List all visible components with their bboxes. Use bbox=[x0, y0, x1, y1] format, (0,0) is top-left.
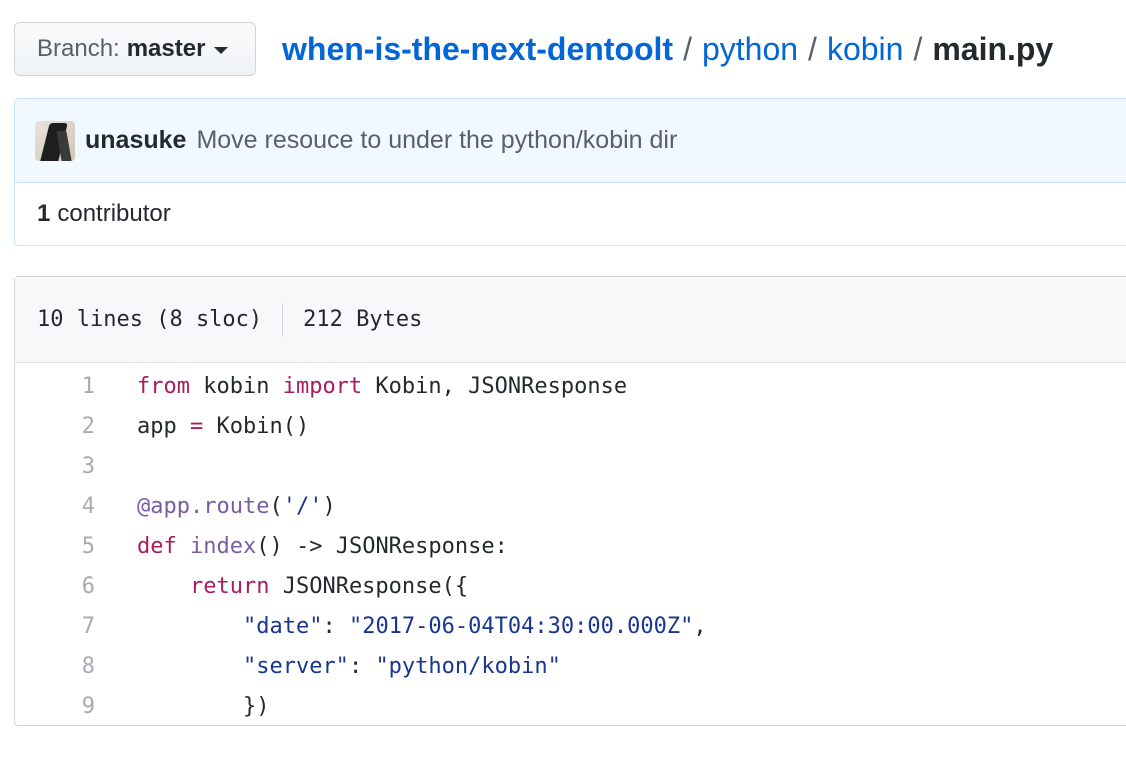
code-token: def bbox=[137, 534, 177, 559]
avatar[interactable] bbox=[35, 120, 75, 161]
code-token: }) bbox=[137, 694, 270, 719]
breadcrumb-repo-link[interactable]: when-is-the-next-dentoolt bbox=[282, 31, 673, 67]
code-line-content: from kobin import Kobin, JSONResponse bbox=[95, 367, 627, 407]
line-number[interactable]: 1 bbox=[15, 367, 95, 407]
line-number[interactable]: 8 bbox=[15, 647, 95, 687]
file-info-divider bbox=[282, 302, 284, 337]
code-line: 1 from kobin import Kobin, JSONResponse bbox=[15, 367, 1126, 407]
code-token: from bbox=[137, 374, 190, 399]
breadcrumb-dir-kobin-link[interactable]: kobin bbox=[827, 31, 904, 67]
code-line: 8 "server": "python/kobin" bbox=[15, 647, 1126, 687]
code-line-content: @app.route('/') bbox=[95, 487, 336, 527]
code-line: 7 "date": "2017-06-04T04:30:00.000Z", bbox=[15, 607, 1126, 647]
code-token: = bbox=[189, 414, 204, 439]
breadcrumb: when-is-the-next-dentoolt / python / kobin / m… bbox=[282, 28, 1053, 70]
code-token: "python/kobin" bbox=[375, 654, 561, 679]
code-token: : bbox=[322, 614, 349, 639]
code-line: 3 bbox=[15, 447, 1126, 487]
file-info-header: 10 lines (8 sloc) 212 Bytes bbox=[15, 277, 1126, 363]
branch-label: Branch: bbox=[37, 35, 120, 62]
breadcrumb-separator: / bbox=[913, 31, 923, 67]
contributor-label: contributor bbox=[57, 200, 171, 227]
line-number[interactable]: 7 bbox=[15, 607, 95, 647]
latest-commit-row: unasuke Move resouce to under the python… bbox=[15, 99, 1126, 183]
line-number[interactable]: 2 bbox=[15, 407, 95, 447]
code-token: ( bbox=[269, 494, 283, 519]
code-line: 6 return JSONResponse({ bbox=[15, 567, 1126, 607]
line-number[interactable]: 6 bbox=[15, 567, 95, 607]
line-number[interactable]: 9 bbox=[15, 687, 95, 727]
caret-down-icon bbox=[214, 46, 229, 54]
commit-message-link[interactable]: Move resouce to under the python/kobin d… bbox=[196, 126, 677, 155]
code-token: "2017-06-04T04:30:00.000Z" bbox=[348, 614, 694, 639]
line-number[interactable]: 4 bbox=[15, 487, 95, 527]
code-line-content: def index() -> JSONResponse: bbox=[95, 527, 508, 567]
code-line: 2 app = Kobin() bbox=[15, 407, 1126, 447]
code-line: 5 def index() -> JSONResponse: bbox=[15, 527, 1126, 567]
code-line-content: return JSONResponse({ bbox=[95, 567, 468, 607]
contributor-count: 1 bbox=[37, 200, 51, 227]
code-token: Kobin() bbox=[203, 414, 310, 439]
file-viewer: 10 lines (8 sloc) 212 Bytes 1 from kobin … bbox=[14, 276, 1126, 726]
code-token: app bbox=[137, 414, 190, 439]
code-line-content: "server": "python/kobin" bbox=[95, 647, 561, 687]
file-size-info: 212 Bytes bbox=[303, 307, 423, 332]
code-blob: 1 from kobin import Kobin, JSONResponse 2 a… bbox=[15, 363, 1126, 727]
line-number[interactable]: 3 bbox=[15, 447, 95, 487]
code-token: kobin bbox=[189, 374, 283, 399]
code-line-content: "date": "2017-06-04T04:30:00.000Z", bbox=[95, 607, 707, 647]
code-token: index bbox=[190, 534, 257, 559]
code-line: 4 @app.route('/') bbox=[15, 487, 1126, 527]
breadcrumb-dir-python-link[interactable]: python bbox=[702, 31, 798, 67]
code-token: @app.route bbox=[137, 494, 270, 519]
code-token: Kobin, JSONResponse bbox=[362, 374, 628, 399]
breadcrumb-separator: / bbox=[808, 31, 817, 67]
breadcrumb-separator: / bbox=[683, 31, 692, 67]
line-number[interactable]: 5 bbox=[15, 527, 95, 567]
commit-author-link[interactable]: unasuke bbox=[85, 126, 186, 155]
code-token: () -> JSONResponse: bbox=[256, 534, 508, 559]
commit-tease: unasuke Move resouce to under the python… bbox=[14, 98, 1126, 246]
code-token: JSONResponse({ bbox=[269, 574, 469, 599]
code-token: '/' bbox=[282, 494, 323, 519]
code-line-content: }) bbox=[95, 687, 270, 727]
code-token: ) bbox=[322, 494, 336, 519]
code-line-content bbox=[95, 447, 137, 487]
code-token: return bbox=[189, 574, 270, 599]
code-token: import bbox=[282, 374, 363, 399]
code-token: , bbox=[693, 614, 707, 639]
branch-value: master bbox=[126, 35, 206, 62]
branch-select-button[interactable]: Branch: master bbox=[14, 22, 256, 76]
contributors-row[interactable]: 1 contributor bbox=[15, 183, 1126, 245]
code-line-content: app = Kobin() bbox=[95, 407, 309, 447]
file-lines-info: 10 lines (8 sloc) bbox=[37, 307, 263, 332]
breadcrumb-file-name: main.py bbox=[932, 31, 1054, 67]
code-line: 9 }) bbox=[15, 687, 1126, 727]
code-token: : bbox=[348, 654, 376, 679]
code-token: "server" bbox=[242, 654, 349, 679]
code-token: "date" bbox=[242, 614, 323, 639]
